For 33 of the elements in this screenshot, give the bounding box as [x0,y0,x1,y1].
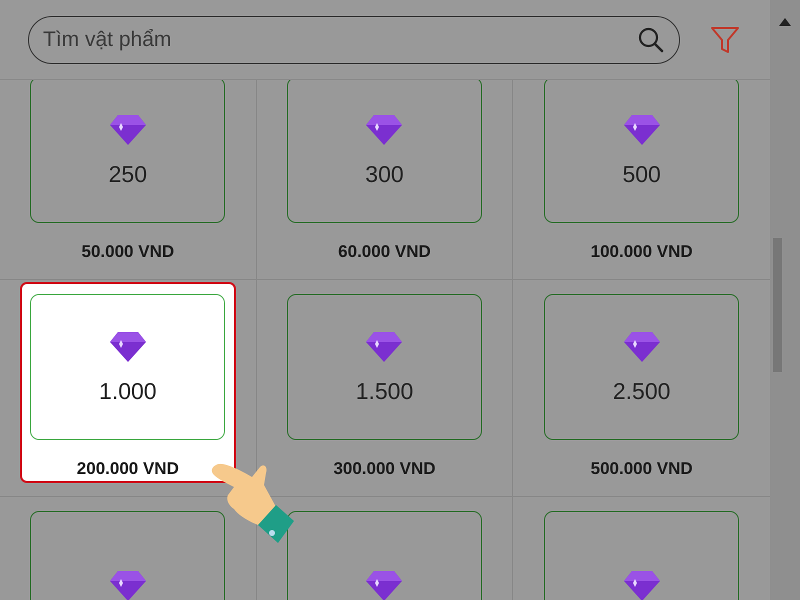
price-label: 60.000 VND [338,240,431,262]
price-label: 200.000 VND [76,458,179,480]
diamond-amount: 1.000 [99,380,157,404]
diamond-icon [622,569,662,600]
package-option[interactable]: 1.500 300.000 VND [276,282,492,483]
diamond-icon [108,113,148,148]
package-option[interactable]: 1.000 200.000 VND [20,282,236,483]
package-option[interactable]: 250 50.000 VND [20,80,236,266]
diamond-amount: 1.500 [356,380,414,404]
package-option[interactable]: 500 100.000 VND [534,80,750,266]
diamond-amount: 250 [108,163,148,186]
price-label: 500.000 VND [590,458,693,480]
filter-icon[interactable] [710,26,740,54]
diamond-icon [364,569,404,600]
scrollbar-track[interactable] [770,0,800,600]
price-label: 100.000 VND [590,240,693,262]
diamond-icon [364,330,404,364]
diamond-icon [364,113,404,148]
package-option[interactable]: 300 60.000 VND [276,80,492,266]
diamond-icon [108,330,148,364]
scrollbar-thumb[interactable] [773,238,782,372]
diamond-icon [622,113,662,148]
search-field[interactable]: Tìm vật phẩm [28,16,680,64]
diamond-icon [108,569,148,600]
search-icon[interactable] [638,26,664,52]
diamond-amount: 500 [622,163,661,186]
price-label: 300.000 VND [333,458,436,480]
price-label: 50.000 VND [82,240,174,262]
diamond-icon [622,330,662,364]
diamond-amount: 2.500 [612,380,670,404]
scroll-up-arrow-icon[interactable] [779,18,791,26]
package-option[interactable]: 2.500 500.000 VND [534,282,750,483]
diamond-amount: 300 [365,163,404,186]
